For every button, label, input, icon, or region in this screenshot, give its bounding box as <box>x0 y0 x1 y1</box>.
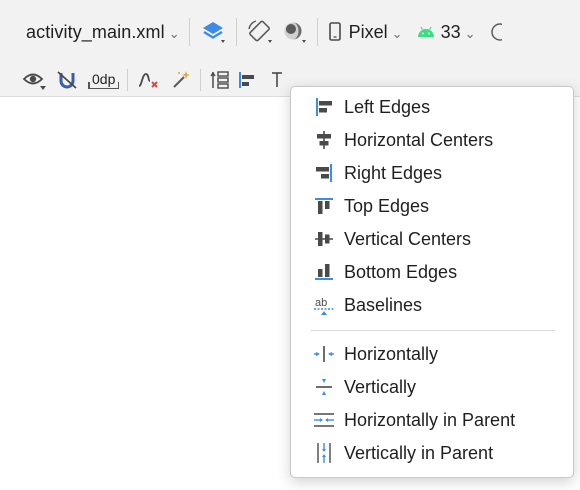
file-selector[interactable]: activity_main.xml ⌄ <box>0 17 180 47</box>
chevron-down-icon: ⌄ <box>391 25 403 41</box>
orientation-button[interactable] <box>246 17 274 47</box>
clear-constraints-button[interactable] <box>136 67 160 93</box>
center-horizontally-in-parent-icon <box>311 408 337 432</box>
menu-item-label: Horizontally <box>344 343 439 364</box>
menu-item-center-vertically-in-parent[interactable]: Vertically in Parent <box>291 438 573 468</box>
center-vertically-icon <box>311 375 337 399</box>
menu-item-label: Baselines <box>344 294 423 315</box>
menu-separator <box>311 330 555 331</box>
default-margins-button[interactable]: 0dp <box>88 67 120 93</box>
toolbar-divider <box>200 69 202 91</box>
magic-wand-icon <box>170 69 192 91</box>
eye-icon <box>22 69 48 91</box>
autoconnect-toggle[interactable] <box>56 67 78 93</box>
device-label: Pixel <box>348 21 388 42</box>
guidelines-icon <box>269 69 285 91</box>
center-vertically-in-parent-icon <box>311 441 337 465</box>
menu-item-baselines[interactable]: ab Baselines <box>291 290 573 320</box>
menu-item-horizontal-centers[interactable]: Horizontal Centers <box>291 125 573 155</box>
menu-item-label: Horizontally in Parent <box>344 409 516 430</box>
menu-item-label: Bottom Edges <box>344 261 458 282</box>
align-bottom-edges-icon <box>311 260 337 284</box>
align-right-edges-icon <box>311 161 337 185</box>
menu-item-right-edges[interactable]: Right Edges <box>291 158 573 188</box>
api-level-selector[interactable]: 33 ⌄ <box>417 17 476 47</box>
menu-item-label: Vertically in Parent <box>344 442 494 463</box>
menu-item-center-horizontally-in-parent[interactable]: Horizontally in Parent <box>291 405 573 435</box>
layout-editor-toolbar: activity_main.xml ⌄ Pixel ⌄ 33 ⌄ <box>0 0 580 64</box>
toolbar-divider <box>235 18 237 46</box>
menu-item-center-horizontally[interactable]: Horizontally <box>291 339 573 369</box>
guidelines-button[interactable] <box>269 67 285 93</box>
android-icon <box>417 25 435 39</box>
globe-icon <box>488 20 502 44</box>
menu-item-label: Left Edges <box>344 96 431 117</box>
align-horizontal-centers-icon <box>311 128 337 152</box>
menu-item-left-edges[interactable]: Left Edges <box>291 92 573 122</box>
magnet-off-icon <box>56 69 78 91</box>
file-name-label: activity_main.xml <box>26 21 165 42</box>
chevron-down-icon: ⌄ <box>464 25 476 41</box>
align-baselines-icon: ab <box>311 293 337 317</box>
align-button[interactable] <box>237 67 259 93</box>
clear-constraints-icon <box>136 69 160 91</box>
menu-item-label: Vertically <box>344 376 417 397</box>
svg-text:ab: ab <box>315 297 327 309</box>
infer-constraints-button[interactable] <box>170 67 192 93</box>
pack-button[interactable] <box>209 67 231 93</box>
align-vertical-centers-icon <box>311 227 337 251</box>
locale-button[interactable] <box>488 17 502 47</box>
align-icon <box>237 69 259 91</box>
device-selector[interactable]: Pixel ⌄ <box>327 17 403 47</box>
api-level-label: 33 <box>440 21 461 42</box>
layers-icon <box>199 18 227 46</box>
align-dropdown-menu: Left Edges Horizontal Centers Right Edge… <box>290 86 574 478</box>
menu-item-label: Horizontal Centers <box>344 129 494 150</box>
toolbar-divider <box>188 18 190 46</box>
menu-item-bottom-edges[interactable]: Bottom Edges <box>291 257 573 287</box>
theme-circle-icon <box>280 18 308 46</box>
align-top-edges-icon <box>311 194 337 218</box>
toolbar-divider <box>316 18 318 46</box>
chevron-down-icon: ⌄ <box>168 25 180 41</box>
menu-item-center-vertically[interactable]: Vertically <box>291 372 573 402</box>
pack-icon <box>209 69 231 91</box>
design-surface-button[interactable] <box>199 17 227 47</box>
center-horizontally-icon <box>311 342 337 366</box>
menu-item-top-edges[interactable]: Top Edges <box>291 191 573 221</box>
align-left-edges-icon <box>311 95 337 119</box>
view-options-button[interactable] <box>22 67 48 93</box>
default-margin-value: 0dp <box>88 71 120 89</box>
menu-item-label: Right Edges <box>344 162 443 183</box>
menu-item-label: Top Edges <box>344 195 430 216</box>
toolbar-divider <box>127 69 129 91</box>
menu-item-vertical-centers[interactable]: Vertical Centers <box>291 224 573 254</box>
phone-icon <box>327 21 343 43</box>
menu-item-label: Vertical Centers <box>344 228 472 249</box>
rotate-icon <box>246 18 274 46</box>
theme-button[interactable] <box>280 17 308 47</box>
